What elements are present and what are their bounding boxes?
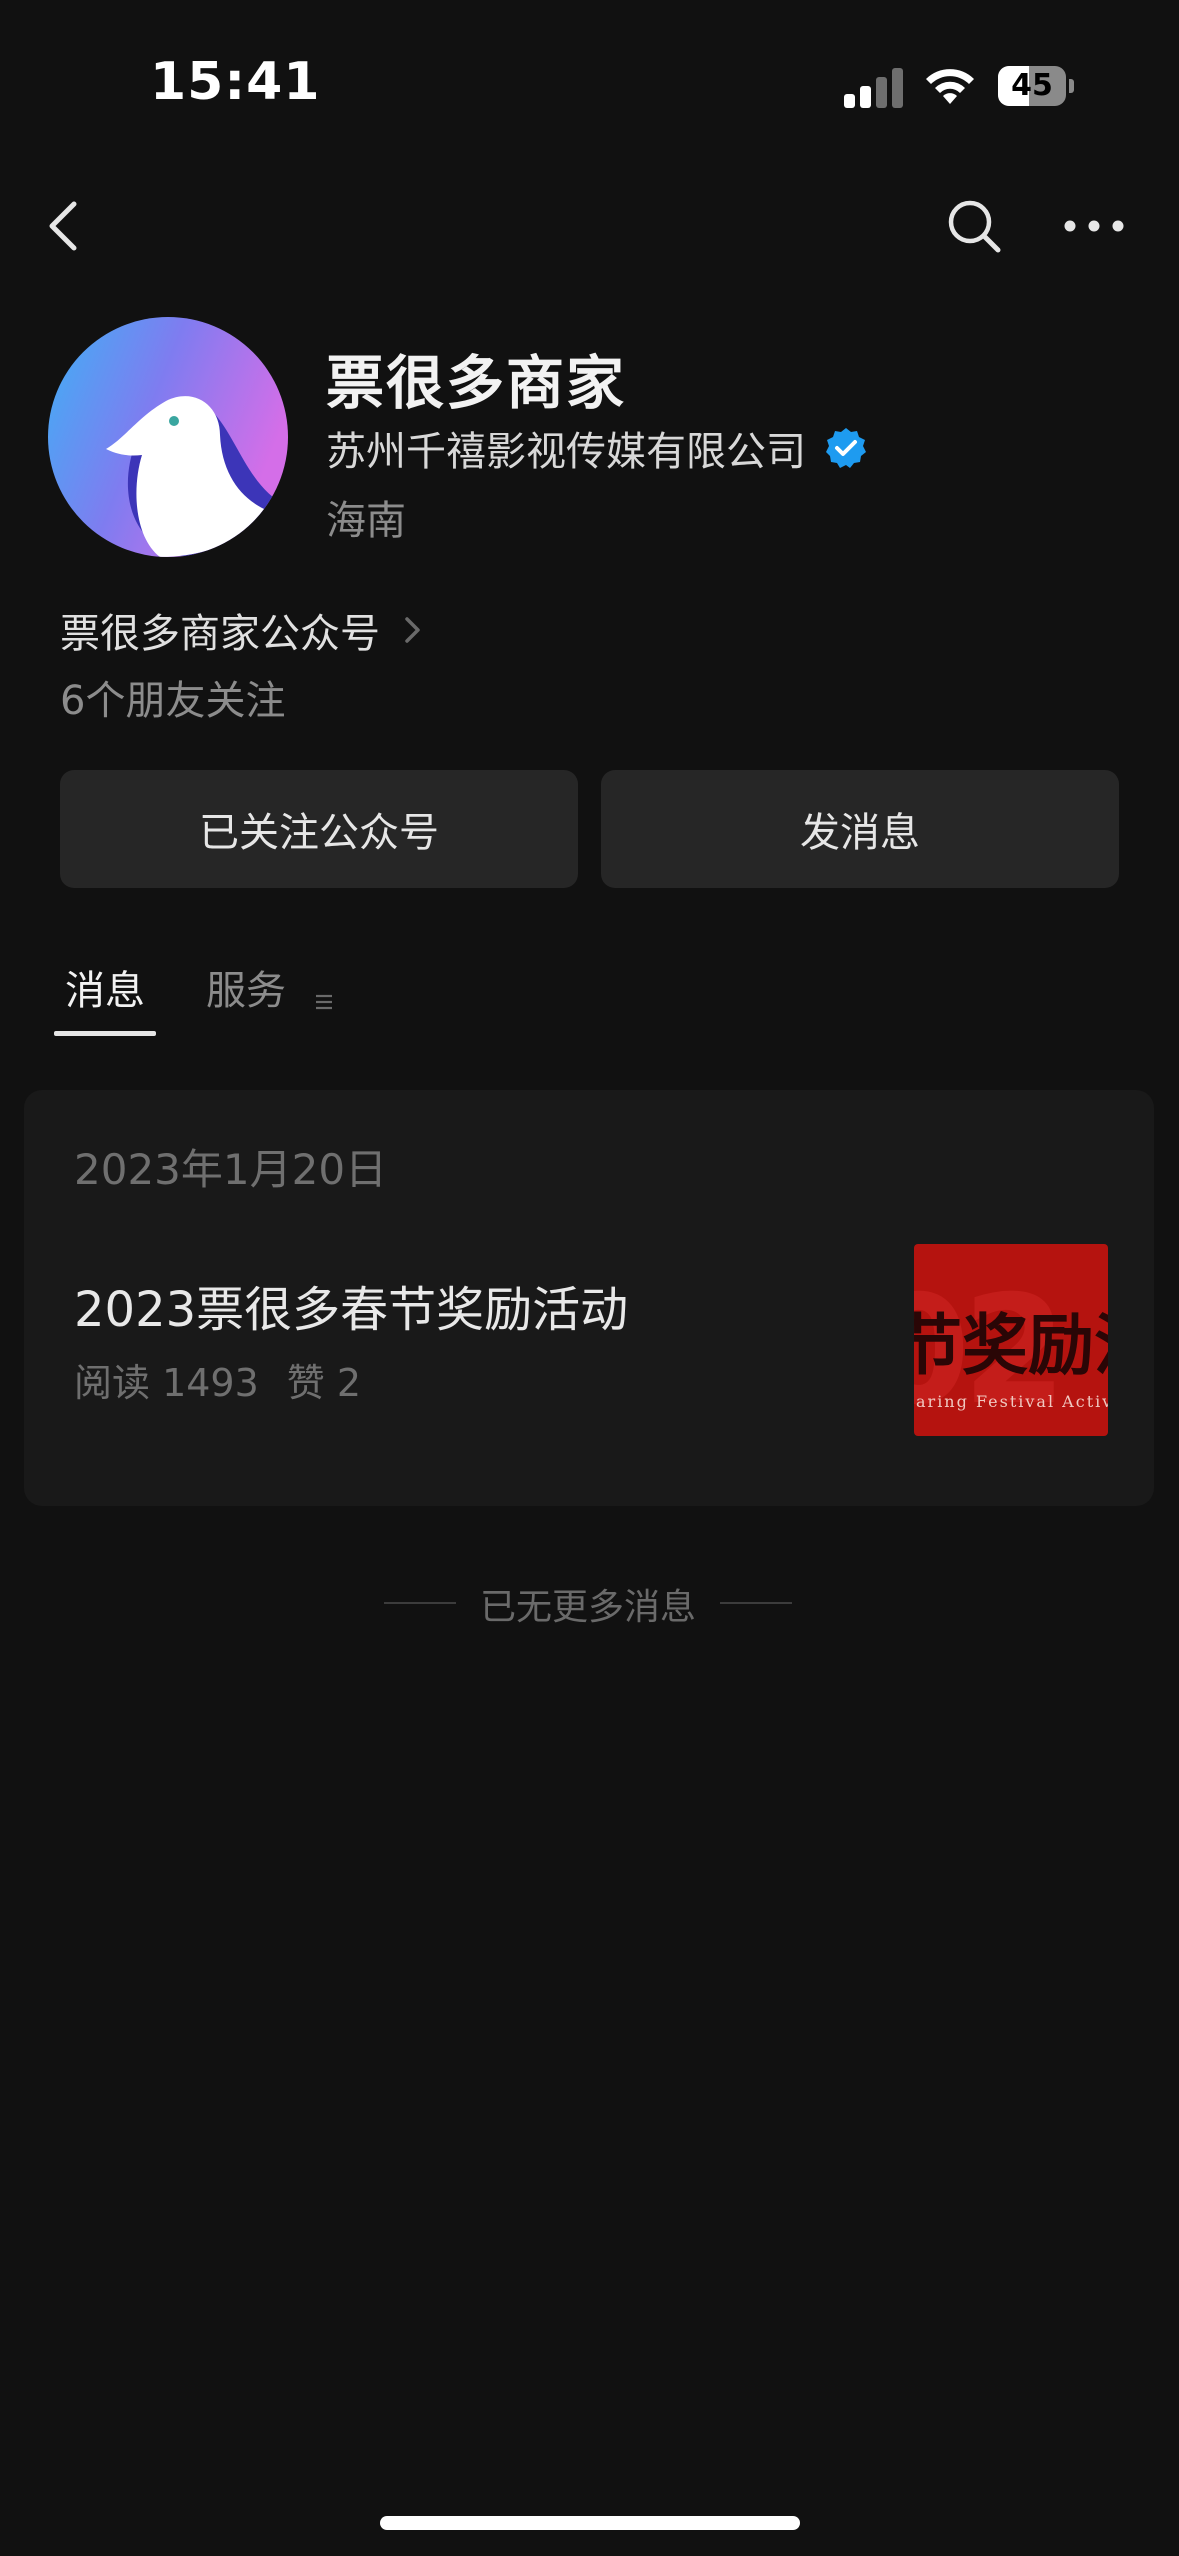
account-name: 票很多商家 — [326, 349, 627, 417]
official-account-label: 票很多商家公众号 — [60, 611, 380, 657]
followed-account-button[interactable]: 已关注公众号 — [60, 770, 578, 888]
battery-level: 45 — [1011, 68, 1053, 103]
read-count: 阅读 1493 — [74, 1361, 259, 1405]
tab-messages[interactable]: 消息 — [54, 958, 156, 1036]
menu-icon — [314, 976, 334, 1010]
company-row: 苏州千禧影视传媒有限公司 — [326, 420, 868, 476]
article-thumbnail[interactable]: 02 节奖励活 aring Festival Activit — [914, 1244, 1108, 1436]
official-account-link[interactable]: 票很多商家公众号 — [60, 600, 424, 660]
status-time: 15:41 — [150, 52, 321, 112]
article-title[interactable]: 2023票很多春节奖励活动 — [74, 1270, 628, 1340]
back-arrow-icon[interactable] — [40, 196, 90, 256]
article-meta: 阅读 1493 赞 2 — [74, 1352, 361, 1407]
like-count: 赞 2 — [286, 1361, 362, 1405]
divider-left — [384, 1602, 456, 1604]
region-label: 海南 — [326, 498, 406, 544]
thumbnail-text: 节奖励活 — [914, 1306, 1108, 1384]
avatar[interactable] — [48, 317, 288, 557]
search-icon[interactable] — [946, 196, 1004, 256]
verified-badge-icon — [824, 426, 868, 470]
message-date: 2023年1月20日 — [74, 1145, 388, 1194]
home-indicator[interactable] — [380, 2516, 800, 2530]
chevron-right-icon — [402, 613, 424, 647]
battery-icon: 45 — [998, 66, 1074, 106]
thumbnail-subtext: aring Festival Activit — [916, 1392, 1108, 1411]
company-name: 苏州千禧影视传媒有限公司 — [326, 429, 806, 475]
more-icon[interactable] — [1062, 206, 1126, 246]
tab-services[interactable]: 服务 — [206, 958, 334, 1018]
active-tab-indicator — [54, 1031, 156, 1036]
tab-messages-label: 消息 — [65, 968, 145, 1014]
tab-services-label: 服务 — [206, 968, 286, 1014]
divider-right — [720, 1602, 792, 1604]
signal-icon — [844, 66, 904, 108]
wifi-icon — [923, 62, 977, 106]
friends-following: 6个朋友关注 — [60, 678, 286, 724]
send-message-button[interactable]: 发消息 — [601, 770, 1119, 888]
end-of-list-label: 已无更多消息 — [479, 1587, 696, 1628]
